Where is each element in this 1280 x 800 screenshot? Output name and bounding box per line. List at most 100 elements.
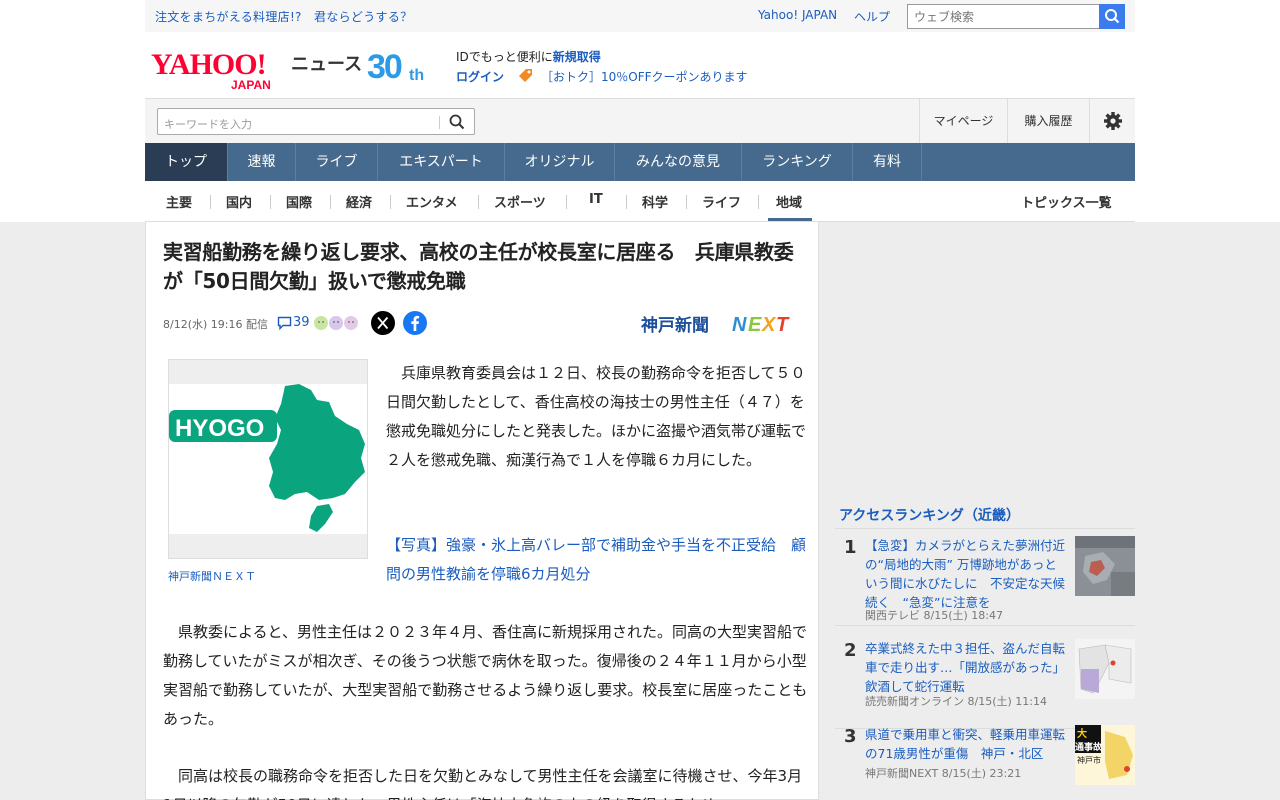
article-date: 8/12(水) 19:16 配信 [163,318,268,331]
comment-icon[interactable] [277,316,292,330]
subnav-local[interactable]: 地域 [776,192,802,211]
article-paragraph-3: 同高は校長の職務命令を拒否した日を欠勤とみなして男性主任を会議室に待機させ、今年… [163,767,803,800]
gear-icon [1104,112,1122,130]
subnav-main[interactable]: 主要 [166,192,192,211]
photo-caption[interactable]: 神戸新聞ＮＥＸＴ [168,568,256,584]
promo-link[interactable]: 注文をまちがえる料理店!? 君ならどうする？ [155,8,412,25]
search-divider [439,116,440,129]
search-row: キーワードを入力 マイページ 購入履歴 [145,98,1135,144]
help-link[interactable]: ヘルプ [854,8,890,25]
subnav-divider [478,195,479,209]
topics-list-link[interactable]: トピックス一覧 [1021,192,1112,211]
ranking-source: 神戸新聞NEXT 8/15(土) 23:21 [865,767,1022,780]
facebook-share-icon[interactable] [403,311,427,335]
thumb-label-1: 大 [1077,727,1087,740]
yahoo-japan-link[interactable]: Yahoo! JAPAN [758,8,837,22]
search-icon[interactable] [448,113,466,131]
subnav-international[interactable]: 国際 [286,192,312,211]
svg-text:YAHOO!: YAHOO! [151,48,266,81]
nav-breaking[interactable]: 速報 [228,143,296,181]
web-search-button[interactable] [1099,4,1125,29]
article-title: 実習船勤務を繰り返し要求、高校の主任が校長室に居座る 兵庫県教委が「50日間欠勤… [163,240,794,293]
nav-ranking[interactable]: ランキング [742,143,853,181]
nav-paid[interactable]: 有料 [853,143,922,181]
subnav-divider [566,195,567,209]
svg-text:30: 30 [367,48,402,84]
ranking-number: 1 [844,537,857,558]
nav-top[interactable]: トップ [145,143,228,181]
search-icon [1105,9,1120,24]
nav-live[interactable]: ライブ [296,143,378,181]
subnav-sports[interactable]: スポーツ [494,192,546,211]
article-card: 実習船勤務を繰り返し要求、高校の主任が校長室に居座る 兵庫県教委が「50日間欠勤… [145,222,819,800]
subnav-divider [210,195,211,209]
coupon-link[interactable]: ［おトク］10％OFFクーポンあります [541,68,748,85]
svg-text:神戸新聞: 神戸新聞 [641,315,709,336]
main-nav: トップ 速報 ライブ エキスパート オリジナル みんなの意見 ランキング 有料 [145,143,1135,181]
mypage-link[interactable]: マイページ [919,99,1007,144]
related-article-link[interactable]: 【写真】強豪・氷上高バレー部で補助金や手当を不正受給 顧問の男性教諭を停職6カ月… [386,536,806,583]
subnav-divider [270,195,271,209]
svg-text:N: N [732,314,747,336]
ranking-source: 読売新聞オンライン 8/15(土) 11:14 [865,695,1047,708]
nav-opinions[interactable]: みんなの意見 [615,143,742,181]
svg-text:X: X [761,314,777,336]
nav-original[interactable]: オリジナル [505,143,615,181]
nav-expert[interactable]: エキスパート [378,143,505,181]
yahoo-japan-logo[interactable]: YAHOO! JAPAN [149,44,289,94]
subnav-divider [626,195,627,209]
purchase-history-link[interactable]: 購入履歴 [1007,99,1089,144]
publisher-logo[interactable]: 神戸新聞 N E X T [641,310,796,336]
brand-row: YAHOO! JAPAN ニュース 30 th IDでもっと便利に新規取得 ログ… [145,32,1135,98]
keyword-search-field[interactable]: キーワードを入力 [157,108,475,135]
svg-text:th: th [409,67,424,84]
svg-text:E: E [748,314,762,336]
subnav-domestic[interactable]: 国内 [226,192,252,211]
settings-button[interactable] [1089,99,1135,144]
access-ranking-header: アクセスランキング（近畿） [835,502,1135,529]
ranking-number: 2 [844,640,857,661]
subnav-life[interactable]: ライフ [702,192,741,211]
x-share-icon[interactable] [371,311,395,335]
subnav-divider [330,195,331,209]
web-search-input[interactable] [907,4,1100,29]
reaction-faces-icon[interactable] [313,314,359,332]
article-paragraph-2: 県教委によると、男性主任は２０２３年４月、香住高に新規採用された。同高の大型実習… [163,623,808,728]
thumb-label-2: 通事故 [1075,741,1103,753]
thumb-label-3: 神戸市 [1077,755,1101,765]
ranking-source: 関西テレビ 8/15(土) 18:47 [865,609,1003,622]
hyogo-label: HYOGO [175,415,264,442]
article-photo[interactable]: HYOGO [168,359,368,559]
svg-text:T: T [776,314,790,336]
ranking-thumbnail[interactable] [1075,536,1135,596]
coupon-tag-icon [519,69,532,82]
ranking-thumbnail[interactable] [1075,639,1135,699]
login-link[interactable]: ログイン [456,68,504,85]
subnav-it[interactable]: IT [589,192,603,207]
sub-nav: 主要 国内 国際 経済 エンタメ スポーツ IT 科学 ライフ 地域 トピックス… [145,181,1135,222]
news-wordmark[interactable]: ニュース [291,50,362,76]
subnav-science[interactable]: 科学 [642,192,668,211]
comment-count[interactable]: 39 [293,315,310,330]
id-message: IDでもっと便利に新規取得 [456,48,601,65]
ranking-number: 3 [844,726,857,747]
subnav-entertainment[interactable]: エンタメ [406,192,458,211]
article-paragraph-1: 兵庫県教育委員会は１２日、校長の勤務命令を拒否して５０日間欠勤したとして、香住高… [386,364,807,469]
ranking-title[interactable]: 【急変】カメラがとらえた夢洲付近の“局地的大雨” 万博跡地があっという間に水びた… [865,536,1065,612]
subnav-divider [390,195,391,209]
ranking-thumbnail[interactable]: 大 通事故 神戸市 [1075,725,1135,785]
ranking-title[interactable]: 県道で乗用車と衝突、軽乗用車運転の71歳男性が重傷 神戸・北区 [865,725,1065,763]
ranking-item-2[interactable]: 2 卒業式終えた中３担任、盗んだ自転車で走り出す…「開放感があった」飲酒して蛇行… [835,633,1135,729]
hyogo-map-image: HYOGO [169,360,367,558]
subnav-economy[interactable]: 経済 [346,192,372,211]
subnav-divider [758,195,759,209]
keyword-placeholder: キーワードを入力 [164,118,252,131]
signup-link[interactable]: 新規取得 [553,50,601,64]
ranking-item-1[interactable]: 1 【急変】カメラがとらえた夢洲付近の“局地的大雨” 万博跡地があっという間に水… [835,530,1135,626]
access-ranking-title[interactable]: アクセスランキング（近畿） [839,505,1020,525]
subnav-divider [686,195,687,209]
ranking-item-3[interactable]: 3 県道で乗用車と衝突、軽乗用車運転の71歳男性が重傷 神戸・北区 神戸新聞NE… [835,719,1135,800]
ranking-title[interactable]: 卒業式終えた中３担任、盗んだ自転車で走り出す…「開放感があった」飲酒して蛇行運転 [865,639,1065,696]
subnav-active-indicator [768,218,812,221]
top-bar: 注文をまちがえる料理店!? 君ならどうする？ Yahoo! JAPAN ヘルプ [145,0,1135,32]
